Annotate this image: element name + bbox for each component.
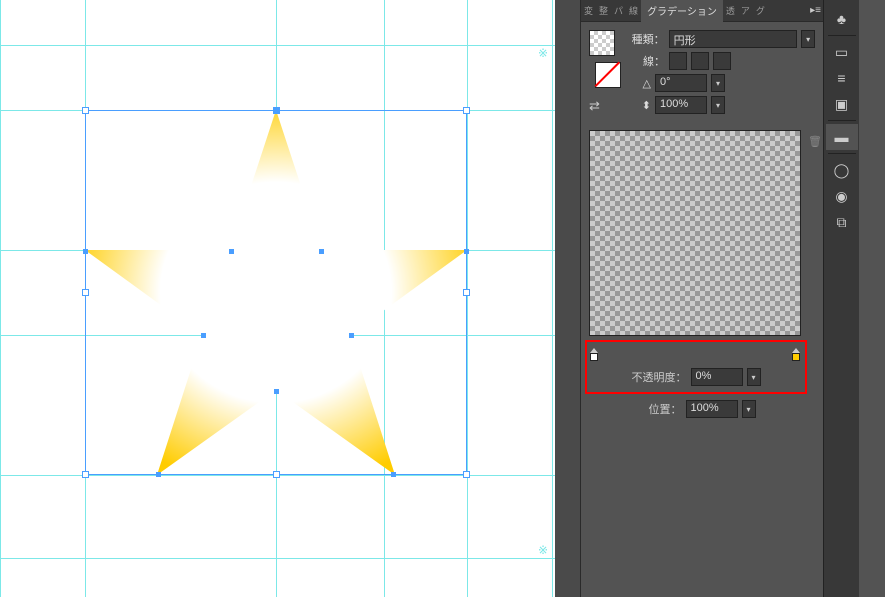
guide-horizontal[interactable]: [0, 558, 555, 559]
guide-vertical[interactable]: [0, 0, 1, 597]
highlighted-section: 不透明度： 0% ▾: [585, 340, 807, 394]
tab[interactable]: 線: [626, 0, 641, 21]
panel-tabs: 変 整 パ 線 グラデーション 透 ア グ ▸≡: [581, 0, 823, 22]
stroke-option-2[interactable]: [691, 52, 709, 70]
gradient-icon[interactable]: ▬: [826, 124, 858, 150]
gradient-slider[interactable]: [591, 344, 799, 364]
ratio-icon: ⬍: [631, 99, 651, 112]
stroke-option-1[interactable]: [669, 52, 687, 70]
chevron-down-icon[interactable]: ▾: [747, 368, 761, 386]
target-icon[interactable]: ◉: [826, 183, 858, 209]
guide-vertical[interactable]: [552, 0, 553, 597]
stroke-option-3[interactable]: [713, 52, 731, 70]
position-label: 位置：: [649, 401, 682, 417]
gradient-stop-left[interactable]: [589, 348, 599, 362]
star-shape[interactable]: [85, 110, 467, 475]
tab[interactable]: ア: [738, 0, 753, 21]
stroke-label: 線：: [631, 53, 665, 69]
position-input[interactable]: 100%: [686, 400, 738, 418]
dashed-rect-icon[interactable]: ▭: [826, 39, 858, 65]
aspect-ratio-input[interactable]: 100%: [655, 96, 707, 114]
chevron-down-icon[interactable]: ▾: [742, 400, 756, 418]
canvas-area[interactable]: ※ ※: [0, 0, 580, 597]
circle-icon[interactable]: ◯: [826, 157, 858, 183]
chevron-down-icon[interactable]: ▾: [801, 30, 815, 48]
overlap-icon[interactable]: ⧉: [826, 209, 858, 235]
panel-menu-icon[interactable]: ▸≡: [810, 5, 821, 16]
swap-fill-stroke-icon[interactable]: ⇄: [589, 98, 625, 114]
chevron-down-icon[interactable]: ▾: [711, 74, 725, 92]
opacity-input[interactable]: 0%: [691, 368, 743, 386]
tab[interactable]: 透: [723, 0, 738, 21]
angle-input[interactable]: 0°: [655, 74, 707, 92]
guide-horizontal[interactable]: [0, 45, 555, 46]
chevron-down-icon[interactable]: ▾: [711, 96, 725, 114]
guide-vertical[interactable]: [467, 0, 468, 597]
gradient-type-select[interactable]: 円形: [669, 30, 798, 48]
corner-mark: ※: [538, 543, 548, 553]
align-icon[interactable]: ≡: [826, 65, 858, 91]
gradient-preview[interactable]: 🗑: [589, 130, 801, 336]
artboard[interactable]: ※ ※: [0, 0, 555, 597]
stroke-swatch[interactable]: [595, 62, 621, 88]
tab[interactable]: 整: [596, 0, 611, 21]
gradient-panel: 変 整 パ 線 グラデーション 透 ア グ ▸≡ ⇄ 種類： 円形 ▾: [580, 0, 823, 597]
guide-horizontal[interactable]: [0, 475, 555, 476]
layers-icon[interactable]: ▣: [826, 91, 858, 117]
dock-strip: ♣ ▭ ≡ ▣ ▬ ◯ ◉ ⧉: [823, 0, 859, 597]
opacity-label: 不透明度：: [632, 369, 687, 385]
gradient-stop-right[interactable]: [791, 348, 801, 362]
tab[interactable]: パ: [611, 0, 626, 21]
type-label: 種類：: [631, 31, 665, 47]
club-icon[interactable]: ♣: [826, 6, 858, 32]
tab[interactable]: 変: [581, 0, 596, 21]
corner-mark: ※: [538, 46, 548, 56]
tab-gradient[interactable]: グラデーション: [641, 0, 723, 22]
trash-icon[interactable]: 🗑: [808, 135, 822, 148]
angle-icon: △: [631, 77, 651, 90]
fill-swatch[interactable]: [589, 30, 615, 56]
tab[interactable]: グ: [753, 0, 768, 21]
